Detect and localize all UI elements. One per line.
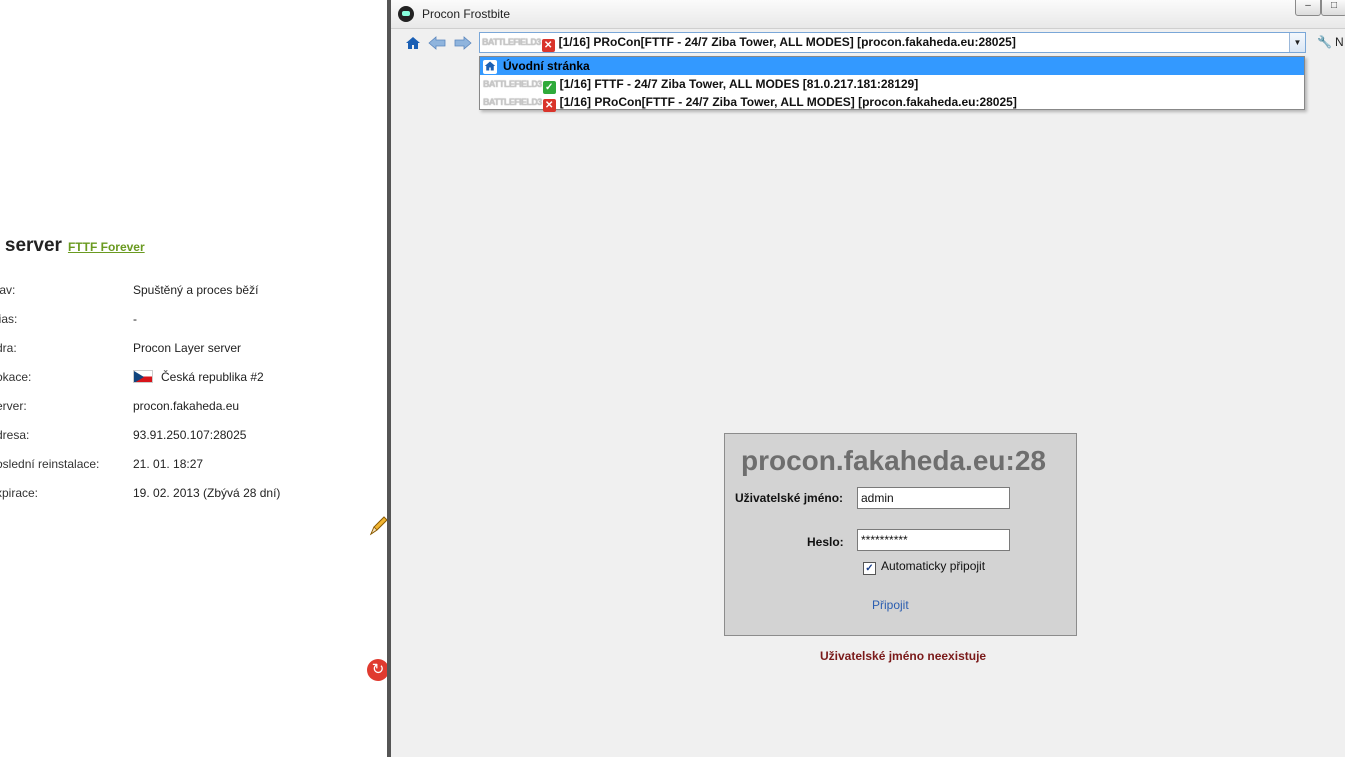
info-label: lias:	[0, 312, 18, 326]
username-label: Uživatelské jméno:	[735, 491, 844, 505]
info-value: procon.fakaheda.eu	[133, 399, 240, 413]
dropdown-item-label: [1/16] PRoCon[FTTF - 24/7 Ziba Tower, AL…	[559, 95, 1017, 109]
pencil-icon[interactable]	[368, 515, 388, 537]
info-value: Procon Layer server	[133, 341, 242, 355]
info-row-address: dresa: 93.91.250.107:28025	[0, 428, 392, 448]
battlefield3-logo: BATTLEFIELD3	[483, 79, 542, 89]
status-error-icon: ✕	[542, 99, 556, 112]
login-panel: procon.fakaheda.eu:28 Uživatelské jméno:…	[724, 433, 1077, 636]
password-input[interactable]	[857, 529, 1010, 551]
info-value: 19. 02. 2013 (Zbývá 28 dní)	[133, 486, 281, 500]
info-value-location: Česká republika #2	[133, 370, 264, 384]
info-label: okace:	[0, 370, 32, 384]
info-row-reinstall: oslední reinstalace: 21. 01. 18:27	[0, 457, 392, 477]
battlefield3-logo: BATTLEFIELD3	[483, 97, 542, 107]
status-error-icon: ✕	[541, 39, 555, 52]
info-label: dra:	[0, 341, 17, 355]
info-value: Spuštěný a proces běží	[133, 283, 259, 297]
window-controls: – □	[1295, 0, 1345, 18]
arrow-left-icon[interactable]	[428, 35, 446, 51]
battlefield3-logo: BATTLEFIELD3	[482, 37, 541, 47]
window-title: Procon Frostbite	[422, 7, 511, 21]
server-name-link[interactable]: FTTF Forever	[68, 240, 145, 254]
window-titlebar[interactable]: Procon Frostbite – □	[391, 0, 1345, 29]
info-label: tav:	[0, 283, 16, 297]
refresh-icon[interactable]: ↻	[367, 659, 389, 681]
info-label: erver:	[0, 399, 27, 413]
background-web-page: o server FTTF Forever tav: Spuštěný a pro…	[0, 0, 392, 757]
dropdown-item-home[interactable]: Úvodní stránka	[480, 57, 1304, 75]
connect-link[interactable]: Připojit	[872, 598, 909, 612]
info-value: -	[133, 312, 137, 326]
username-input[interactable]	[857, 487, 1010, 509]
tools-button[interactable]: 🔧 N	[1317, 35, 1344, 49]
info-row-expiration: xpirace: 19. 02. 2013 (Zbývá 28 dní)	[0, 486, 392, 506]
info-row-type: dra: Procon Layer server	[0, 341, 392, 361]
selected-server-label: [1/16] PRoCon[FTTF - 24/7 Ziba Tower, AL…	[558, 35, 1016, 49]
location-text: Česká republika #2	[161, 370, 264, 384]
autoconnect-checkbox[interactable]: ✓	[863, 562, 876, 575]
server-dropdown-list: Úvodní stránka BATTLEFIELD3 ✓ [1/16] FTTF …	[479, 56, 1305, 112]
info-row-server: erver: procon.fakaheda.eu	[0, 399, 392, 419]
dropdown-item-label: Úvodní stránka	[503, 59, 590, 73]
info-value: 93.91.250.107:28025	[133, 428, 247, 442]
login-host-title: procon.fakaheda.eu:28	[741, 445, 1046, 476]
info-label: xpirace:	[0, 486, 39, 500]
dropdown-item-server[interactable]: BATTLEFIELD3 ✕ [1/16] PRoCon[FTTF - 24/7 Z…	[480, 93, 1304, 112]
info-label: oslední reinstalace:	[0, 457, 100, 471]
navigation-toolbar: BATTLEFIELD3 ✕ [1/16] PRoCon[FTTF - 24/7 Z…	[391, 29, 1345, 57]
server-select[interactable]: BATTLEFIELD3 ✕ [1/16] PRoCon[FTTF - 24/7 Z…	[479, 32, 1306, 53]
minimize-button[interactable]: –	[1295, 0, 1321, 16]
procon-window: Procon Frostbite – □ BATTLEFIELD3 ✕ [1/16]…	[387, 0, 1345, 757]
dropdown-item-label: [1/16] FTTF - 24/7 Ziba Tower, ALL MODES…	[559, 77, 919, 91]
arrow-right-icon[interactable]	[454, 35, 472, 51]
tools-label: N	[1334, 35, 1344, 49]
dropdown-item-server[interactable]: BATTLEFIELD3 ✓ [1/16] FTTF - 24/7 Ziba Tow…	[480, 75, 1304, 94]
czech-flag-icon	[133, 370, 153, 383]
selected-server: BATTLEFIELD3 ✕ [1/16] PRoCon[FTTF - 24/7 Z…	[482, 35, 1016, 52]
server-info-heading: o server FTTF Forever	[0, 235, 145, 257]
info-label: dresa:	[0, 428, 30, 442]
autoconnect-row[interactable]: ✓ Automaticky připojit	[863, 559, 985, 575]
info-row-location: okace: Česká republika #2	[0, 370, 392, 390]
password-label: Heslo:	[807, 535, 844, 549]
wrench-icon: 🔧	[1317, 35, 1332, 49]
maximize-button[interactable]: □	[1321, 0, 1345, 16]
autoconnect-label: Automaticky připojit	[881, 559, 986, 573]
info-row-alias: lias: -	[0, 312, 392, 332]
info-row-status: tav: Spuštěný a proces běží	[0, 283, 392, 303]
house-icon	[483, 60, 497, 74]
chevron-down-icon[interactable]: ▼	[1289, 33, 1305, 52]
procon-logo-icon	[398, 6, 414, 22]
info-value: 21. 01. 18:27	[133, 457, 204, 471]
login-error-message: Uživatelské jméno neexistuje	[820, 649, 987, 663]
house-icon[interactable]	[404, 35, 422, 51]
server-info-title: o server	[0, 235, 62, 256]
